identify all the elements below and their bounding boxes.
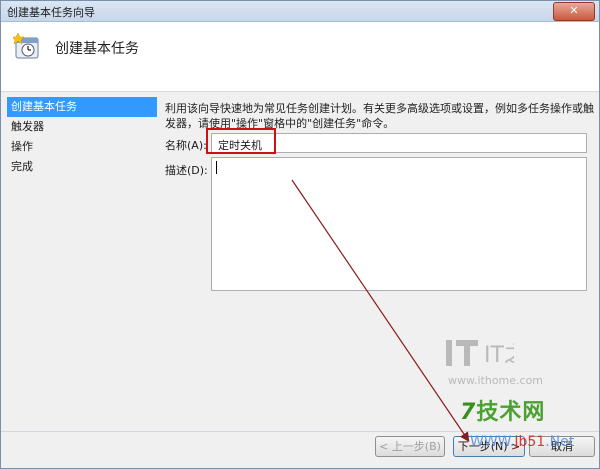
jb51-watermark: WWW.Jb51.Net [470,434,574,450]
ithome-url-watermark: www.ithome.com [448,374,544,387]
back-button[interactable]: < 上一步(B) [375,436,445,457]
wizard-header: 创建基本任务 [1,22,599,92]
close-button[interactable]: ✕ [553,2,595,21]
ithome-logo-watermark: IT之家 [444,336,548,373]
jb51-name: Jb51 [514,434,546,450]
nav-item-trigger[interactable]: 触发器 [7,117,157,137]
jsw-text: 技术网 [476,400,546,425]
footer-divider [1,431,599,432]
name-input[interactable]: 定时关机 [211,133,587,153]
jb51-tld: .Net [545,434,575,450]
jsw-prefix: 7 [460,400,477,425]
title-bar[interactable]: 创建基本任务向导 ✕ [1,1,599,22]
jb51-www: WWW. [470,434,515,450]
nav-item-create-basic-task[interactable]: 创建基本任务 [7,97,157,117]
task-scheduler-icon [13,32,39,59]
wizard-steps-nav: 创建基本任务 触发器 操作 完成 [7,97,157,397]
ithome-logo-text: IT之家 [484,343,514,368]
page-title: 创建基本任务 [55,41,139,57]
nav-item-finish[interactable]: 完成 [7,157,157,177]
name-label: 名称(A): [165,139,207,152]
text-caret [216,161,217,174]
nav-item-action[interactable]: 操作 [7,137,157,157]
window-title: 创建基本任务向导 [7,6,95,19]
ithome-logo-icon: IT之家 [446,340,548,368]
description-label: 描述(D): [165,164,208,177]
description-textarea[interactable] [211,157,587,291]
jsw-watermark: 7技术网 [460,394,545,426]
wizard-description: 利用该向导快速地为常见任务创建计划。有关更多高级选项或设置，例如多任务操作或触发… [165,102,594,130]
